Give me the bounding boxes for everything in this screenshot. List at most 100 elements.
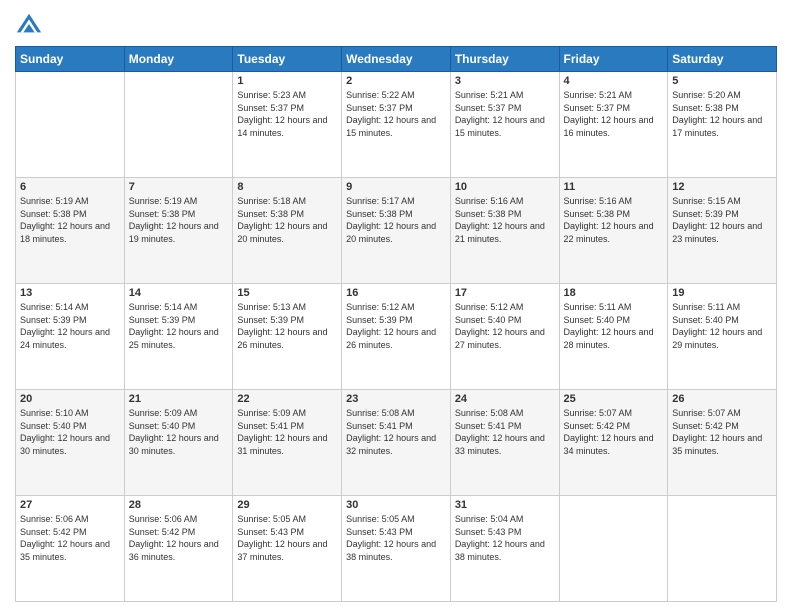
- calendar-day-cell: 23 Sunrise: 5:08 AM Sunset: 5:41 PM Dayli…: [342, 390, 451, 496]
- day-number: 8: [237, 181, 337, 193]
- day-number: 28: [129, 499, 229, 511]
- calendar-day-cell: 11 Sunrise: 5:16 AM Sunset: 5:38 PM Dayli…: [559, 178, 668, 284]
- calendar-day-cell: 26 Sunrise: 5:07 AM Sunset: 5:42 PM Dayli…: [668, 390, 777, 496]
- day-number: 7: [129, 181, 229, 193]
- calendar-day-cell: 21 Sunrise: 5:09 AM Sunset: 5:40 PM Dayli…: [124, 390, 233, 496]
- day-number: 2: [346, 75, 446, 87]
- day-info: Sunrise: 5:05 AM Sunset: 5:43 PM Dayligh…: [346, 513, 446, 563]
- day-of-week-header: Sunday: [16, 47, 125, 72]
- calendar-day-cell: 20 Sunrise: 5:10 AM Sunset: 5:40 PM Dayli…: [16, 390, 125, 496]
- calendar-day-cell: 5 Sunrise: 5:20 AM Sunset: 5:38 PM Daylig…: [668, 72, 777, 178]
- day-number: 13: [20, 287, 120, 299]
- day-info: Sunrise: 5:11 AM Sunset: 5:40 PM Dayligh…: [564, 301, 664, 351]
- logo-icon: [15, 10, 43, 38]
- day-number: 5: [672, 75, 772, 87]
- day-number: 1: [237, 75, 337, 87]
- day-of-week-header: Friday: [559, 47, 668, 72]
- calendar-day-cell: 19 Sunrise: 5:11 AM Sunset: 5:40 PM Dayli…: [668, 284, 777, 390]
- day-number: 26: [672, 393, 772, 405]
- day-number: 4: [564, 75, 664, 87]
- day-info: Sunrise: 5:17 AM Sunset: 5:38 PM Dayligh…: [346, 195, 446, 245]
- day-number: 23: [346, 393, 446, 405]
- calendar-day-cell: 7 Sunrise: 5:19 AM Sunset: 5:38 PM Daylig…: [124, 178, 233, 284]
- day-number: 29: [237, 499, 337, 511]
- day-number: 22: [237, 393, 337, 405]
- day-info: Sunrise: 5:06 AM Sunset: 5:42 PM Dayligh…: [20, 513, 120, 563]
- calendar-day-cell: 6 Sunrise: 5:19 AM Sunset: 5:38 PM Daylig…: [16, 178, 125, 284]
- day-info: Sunrise: 5:16 AM Sunset: 5:38 PM Dayligh…: [455, 195, 555, 245]
- calendar-week-row: 1 Sunrise: 5:23 AM Sunset: 5:37 PM Daylig…: [16, 72, 777, 178]
- day-info: Sunrise: 5:13 AM Sunset: 5:39 PM Dayligh…: [237, 301, 337, 351]
- calendar-day-cell: 31Sunrise: 5:04 AM Sunset: 5:43 PM Dayli…: [450, 496, 559, 602]
- calendar-day-cell: 1 Sunrise: 5:23 AM Sunset: 5:37 PM Daylig…: [233, 72, 342, 178]
- day-info: Sunrise: 5:05 AM Sunset: 5:43 PM Dayligh…: [237, 513, 337, 563]
- day-number: 18: [564, 287, 664, 299]
- day-number: 10: [455, 181, 555, 193]
- day-info: Sunrise: 5:22 AM Sunset: 5:37 PM Dayligh…: [346, 89, 446, 139]
- calendar-week-row: 27 Sunrise: 5:06 AM Sunset: 5:42 PM Dayli…: [16, 496, 777, 602]
- calendar-day-cell: 18 Sunrise: 5:11 AM Sunset: 5:40 PM Dayli…: [559, 284, 668, 390]
- day-number: 25: [564, 393, 664, 405]
- day-info: Sunrise: 5:10 AM Sunset: 5:40 PM Dayligh…: [20, 407, 120, 457]
- calendar-day-cell: 16Sunrise: 5:12 AM Sunset: 5:39 PM Dayli…: [342, 284, 451, 390]
- day-number: 11: [564, 181, 664, 193]
- logo: [15, 10, 47, 38]
- calendar-day-cell: [668, 496, 777, 602]
- calendar-day-cell: 8Sunrise: 5:18 AM Sunset: 5:38 PM Daylig…: [233, 178, 342, 284]
- calendar-day-cell: 30 Sunrise: 5:05 AM Sunset: 5:43 PM Dayli…: [342, 496, 451, 602]
- calendar-day-cell: 13 Sunrise: 5:14 AM Sunset: 5:39 PM Dayli…: [16, 284, 125, 390]
- day-number: 21: [129, 393, 229, 405]
- calendar-day-cell: [124, 72, 233, 178]
- calendar-table: SundayMondayTuesdayWednesdayThursdayFrid…: [15, 46, 777, 602]
- day-info: Sunrise: 5:14 AM Sunset: 5:39 PM Dayligh…: [20, 301, 120, 351]
- calendar-day-cell: 17 Sunrise: 5:12 AM Sunset: 5:40 PM Dayli…: [450, 284, 559, 390]
- day-info: Sunrise: 5:19 AM Sunset: 5:38 PM Dayligh…: [20, 195, 120, 245]
- calendar-day-cell: 9Sunrise: 5:17 AM Sunset: 5:38 PM Daylig…: [342, 178, 451, 284]
- calendar-day-cell: 2 Sunrise: 5:22 AM Sunset: 5:37 PM Daylig…: [342, 72, 451, 178]
- day-of-week-header: Saturday: [668, 47, 777, 72]
- calendar-day-cell: [16, 72, 125, 178]
- day-info: Sunrise: 5:11 AM Sunset: 5:40 PM Dayligh…: [672, 301, 772, 351]
- calendar-day-cell: 12 Sunrise: 5:15 AM Sunset: 5:39 PM Dayli…: [668, 178, 777, 284]
- header: [15, 10, 777, 38]
- day-number: 15: [237, 287, 337, 299]
- calendar-day-cell: 25 Sunrise: 5:07 AM Sunset: 5:42 PM Dayli…: [559, 390, 668, 496]
- day-of-week-header: Monday: [124, 47, 233, 72]
- calendar-day-cell: 10 Sunrise: 5:16 AM Sunset: 5:38 PM Dayli…: [450, 178, 559, 284]
- calendar-day-cell: 15 Sunrise: 5:13 AM Sunset: 5:39 PM Dayli…: [233, 284, 342, 390]
- day-number: 19: [672, 287, 772, 299]
- day-info: Sunrise: 5:16 AM Sunset: 5:38 PM Dayligh…: [564, 195, 664, 245]
- calendar-day-cell: 29 Sunrise: 5:05 AM Sunset: 5:43 PM Dayli…: [233, 496, 342, 602]
- calendar-header-row: SundayMondayTuesdayWednesdayThursdayFrid…: [16, 47, 777, 72]
- day-number: 12: [672, 181, 772, 193]
- day-info: Sunrise: 5:20 AM Sunset: 5:38 PM Dayligh…: [672, 89, 772, 139]
- day-info: Sunrise: 5:07 AM Sunset: 5:42 PM Dayligh…: [564, 407, 664, 457]
- calendar-day-cell: 27 Sunrise: 5:06 AM Sunset: 5:42 PM Dayli…: [16, 496, 125, 602]
- day-of-week-header: Thursday: [450, 47, 559, 72]
- day-number: 6: [20, 181, 120, 193]
- day-number: 16: [346, 287, 446, 299]
- day-number: 20: [20, 393, 120, 405]
- day-number: 27: [20, 499, 120, 511]
- day-number: 17: [455, 287, 555, 299]
- day-info: Sunrise: 5:09 AM Sunset: 5:40 PM Dayligh…: [129, 407, 229, 457]
- day-info: Sunrise: 5:23 AM Sunset: 5:37 PM Dayligh…: [237, 89, 337, 139]
- day-info: Sunrise: 5:07 AM Sunset: 5:42 PM Dayligh…: [672, 407, 772, 457]
- day-info: Sunrise: 5:09 AM Sunset: 5:41 PM Dayligh…: [237, 407, 337, 457]
- calendar-day-cell: 4Sunrise: 5:21 AM Sunset: 5:37 PM Daylig…: [559, 72, 668, 178]
- day-number: 31: [455, 499, 555, 511]
- calendar-week-row: 6 Sunrise: 5:19 AM Sunset: 5:38 PM Daylig…: [16, 178, 777, 284]
- day-number: 14: [129, 287, 229, 299]
- calendar-week-row: 13 Sunrise: 5:14 AM Sunset: 5:39 PM Dayli…: [16, 284, 777, 390]
- day-info: Sunrise: 5:08 AM Sunset: 5:41 PM Dayligh…: [346, 407, 446, 457]
- calendar-day-cell: 14Sunrise: 5:14 AM Sunset: 5:39 PM Dayli…: [124, 284, 233, 390]
- day-info: Sunrise: 5:19 AM Sunset: 5:38 PM Dayligh…: [129, 195, 229, 245]
- calendar-day-cell: 24Sunrise: 5:08 AM Sunset: 5:41 PM Dayli…: [450, 390, 559, 496]
- calendar-day-cell: 3Sunrise: 5:21 AM Sunset: 5:37 PM Daylig…: [450, 72, 559, 178]
- day-info: Sunrise: 5:21 AM Sunset: 5:37 PM Dayligh…: [455, 89, 555, 139]
- day-info: Sunrise: 5:15 AM Sunset: 5:39 PM Dayligh…: [672, 195, 772, 245]
- calendar-week-row: 20 Sunrise: 5:10 AM Sunset: 5:40 PM Dayli…: [16, 390, 777, 496]
- day-of-week-header: Tuesday: [233, 47, 342, 72]
- day-number: 30: [346, 499, 446, 511]
- day-info: Sunrise: 5:12 AM Sunset: 5:40 PM Dayligh…: [455, 301, 555, 351]
